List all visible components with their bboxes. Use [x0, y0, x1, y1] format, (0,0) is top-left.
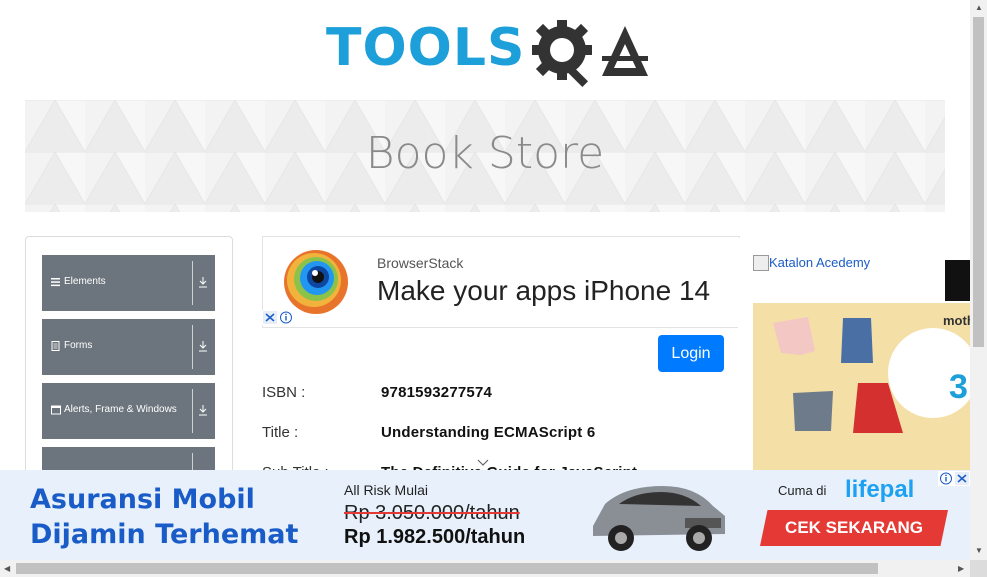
cek-sekarang-button[interactable]: CEK SEKARANG	[760, 510, 948, 546]
toolsqa-logo[interactable]: TOOLS	[326, 18, 648, 90]
svg-text:3: 3	[949, 368, 968, 406]
scrollbar-thumb[interactable]	[973, 17, 984, 347]
title-label: Title :	[262, 424, 299, 441]
ad-headline-line1: Asuransi Mobil	[30, 484, 255, 515]
page-banner: Book Store	[25, 100, 945, 212]
vertical-scrollbar[interactable]: ▲ ▼	[970, 0, 987, 560]
scrollbar-thumb[interactable]	[16, 563, 878, 574]
sidebar: Elements Forms Alerts, Frame & Windows	[25, 236, 233, 498]
ad-headline: Make your apps iPhone 14	[377, 275, 711, 306]
window-icon	[51, 405, 61, 415]
sidebar-item-label: Elements	[64, 276, 106, 287]
scroll-down-arrow-icon[interactable]: ▼	[975, 546, 983, 555]
isbn-value: 9781593277574	[381, 384, 493, 401]
a-triangle-icon	[602, 26, 648, 76]
car-image	[593, 486, 725, 551]
browserstack-ad[interactable]: BrowserStack Make your apps iPhone 14	[262, 236, 740, 328]
lifepal-logo: lifepal	[845, 476, 915, 503]
gear-icon	[532, 20, 592, 88]
page-title: Book Store	[365, 128, 605, 179]
sidebar-item-alerts-frame-windows[interactable]: Alerts, Frame & Windows	[42, 383, 215, 439]
mothercare-text: moth	[943, 313, 970, 328]
ad-close-button[interactable]	[938, 471, 970, 486]
ad-headline: Asuransi Mobil Dijamin Terhemat	[30, 482, 298, 552]
ad-brand: BrowserStack	[377, 255, 464, 271]
new-price: Rp 1.982.500/tahun	[344, 526, 526, 548]
horizontal-scrollbar[interactable]: ◀ ▶	[0, 560, 970, 577]
ad-choices[interactable]	[262, 310, 294, 325]
title-value: Understanding ECMAScript 6	[381, 424, 596, 441]
sidebar-item-forms[interactable]: Forms	[42, 319, 215, 375]
browserstack-logo-icon	[284, 250, 348, 314]
scroll-left-arrow-icon[interactable]: ◀	[4, 564, 10, 573]
download-arrow-icon	[199, 341, 207, 352]
close-icon	[940, 472, 969, 485]
sidebar-item-label: Alerts, Frame & Windows	[64, 404, 177, 415]
scroll-right-arrow-icon[interactable]: ▶	[958, 564, 964, 573]
broken-image-icon	[753, 255, 769, 271]
all-risk-label: All Risk Mulai	[344, 482, 429, 498]
download-arrow-icon	[199, 405, 207, 416]
isbn-label: ISBN :	[262, 384, 306, 401]
katalon-ad-link[interactable]: Katalon Acedemy	[769, 255, 870, 270]
login-button[interactable]: Login	[658, 335, 724, 372]
scroll-up-arrow-icon[interactable]: ▲	[975, 3, 983, 12]
divider	[192, 389, 193, 433]
clothes-illustration: moth 3	[753, 303, 970, 473]
sidebar-item-label: Forms	[64, 340, 93, 351]
logo-text-tools: TOOLS	[326, 18, 526, 78]
cuma-di-label: Cuma di	[778, 483, 827, 498]
hamburger-icon	[51, 278, 60, 287]
divider	[192, 261, 193, 305]
chevron-down-icon[interactable]	[476, 457, 490, 467]
ad-headline-line2: Dijamin Terhemat	[30, 519, 299, 550]
ad-strip	[945, 260, 970, 301]
download-arrow-icon	[199, 277, 207, 288]
scrollbar-corner	[970, 560, 987, 577]
old-price: Rp 3.050.000/tahun	[344, 502, 520, 524]
close-icon	[263, 311, 292, 324]
sidebar-item-elements[interactable]: Elements	[42, 255, 215, 311]
kids-clothes-ad[interactable]: moth 3	[753, 303, 970, 473]
document-icon	[51, 341, 60, 351]
lifepal-ad[interactable]: Asuransi Mobil Dijamin Terhemat All Risk…	[0, 470, 970, 560]
divider	[192, 325, 193, 369]
